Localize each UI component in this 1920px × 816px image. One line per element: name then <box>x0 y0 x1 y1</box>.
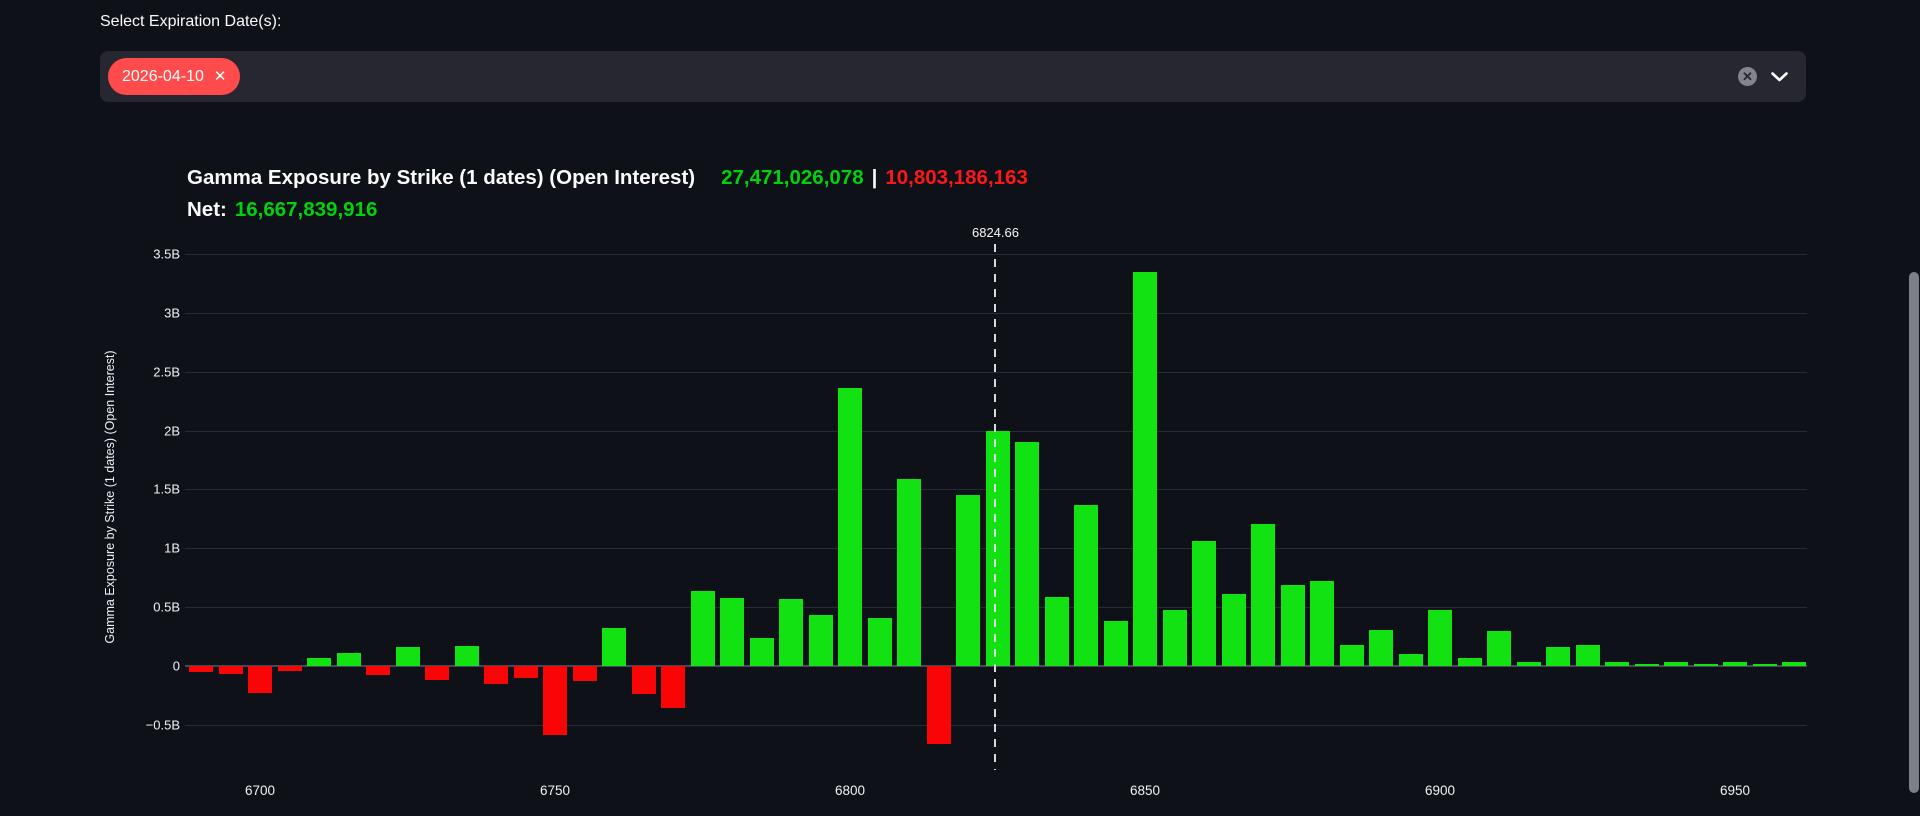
gamma-bar <box>1369 630 1393 666</box>
y-axis-tick-label: 3.5B <box>90 247 180 262</box>
gridline <box>185 254 1807 255</box>
y-axis-tick-label: −0.5B <box>90 717 180 732</box>
gamma-bar <box>1428 610 1452 666</box>
gamma-bar <box>1310 581 1334 666</box>
gamma-bar <box>1399 654 1423 666</box>
totals-separator: | <box>872 166 878 189</box>
gridline <box>185 313 1807 314</box>
gamma-bar <box>219 666 243 674</box>
chart-title: Gamma Exposure by Strike (1 dates) (Open… <box>187 166 695 189</box>
gamma-bar <box>278 666 302 671</box>
net-gamma-value: 16,667,839,916 <box>235 198 378 221</box>
gamma-bar <box>986 431 1010 666</box>
gamma-bar <box>396 647 420 666</box>
spot-price-label: 6824.66 <box>950 225 1040 240</box>
gamma-bar <box>1487 631 1511 666</box>
gamma-bar <box>1045 597 1069 666</box>
spot-price-line <box>994 244 996 770</box>
gamma-bar <box>337 653 361 666</box>
gamma-bar <box>1340 645 1364 666</box>
gamma-bar <box>307 658 331 666</box>
gridline <box>185 548 1807 549</box>
x-axis-tick-label: 6700 <box>230 783 290 798</box>
gamma-bar <box>779 599 803 666</box>
net-gamma-line: Net: 16,667,839,916 <box>187 194 1028 226</box>
gridline <box>185 489 1807 490</box>
gamma-bar <box>1015 442 1039 666</box>
expiration-filter-label: Select Expiration Date(s): <box>100 13 281 31</box>
gamma-bar <box>1251 524 1275 666</box>
gamma-bar <box>1753 664 1777 666</box>
gamma-bar <box>1133 272 1157 666</box>
positive-gamma-total: 27,471,026,078 <box>721 166 864 189</box>
gamma-bar <box>1635 664 1659 666</box>
gamma-bar <box>838 388 862 666</box>
gamma-bar <box>514 666 538 678</box>
gamma-bar <box>691 591 715 666</box>
gamma-bar <box>1458 658 1482 666</box>
gamma-bar <box>189 666 213 672</box>
gamma-bar <box>1576 645 1600 666</box>
y-axis-tick-label: 3B <box>90 305 180 320</box>
selected-date-tag: 2026-04-10 ✕ <box>108 58 240 95</box>
gamma-bar <box>1104 621 1128 666</box>
net-label: Net: <box>187 198 227 221</box>
gamma-bar <box>1222 594 1246 666</box>
gamma-bar <box>868 618 892 666</box>
gamma-bar <box>425 666 449 680</box>
x-axis-tick-label: 6950 <box>1705 783 1765 798</box>
x-axis-tick-label: 6900 <box>1410 783 1470 798</box>
gamma-bar <box>1192 541 1216 666</box>
gridline <box>185 607 1807 608</box>
gamma-bar <box>897 479 921 666</box>
gridline <box>185 372 1807 373</box>
gridline <box>185 431 1807 432</box>
remove-tag-icon[interactable]: ✕ <box>214 69 227 84</box>
gamma-bar <box>1664 662 1688 666</box>
negative-gamma-total: 10,803,186,163 <box>885 166 1028 189</box>
zero-line <box>185 665 1807 667</box>
expiration-multiselect[interactable]: 2026-04-10 ✕ ✕ <box>100 51 1806 102</box>
x-axis-tick-label: 6750 <box>525 783 585 798</box>
chart-header: Gamma Exposure by Strike (1 dates) (Open… <box>187 162 1028 226</box>
gamma-bar <box>573 666 597 681</box>
y-axis-tick-label: 0 <box>90 659 180 674</box>
gamma-bar <box>455 646 479 666</box>
gamma-bar <box>1723 662 1747 666</box>
vertical-scrollbar[interactable] <box>1909 272 1919 793</box>
gridline <box>185 725 1807 726</box>
gamma-bar <box>956 495 980 666</box>
x-axis-tick-label: 6850 <box>1115 783 1175 798</box>
gamma-bar <box>720 598 744 666</box>
gamma-bar <box>661 666 685 708</box>
y-axis-title: Gamma Exposure by Strike (1 dates) (Open… <box>103 350 117 643</box>
chevron-down-icon[interactable] <box>1771 72 1788 82</box>
gamma-bar <box>1782 662 1806 666</box>
clear-all-icon[interactable]: ✕ <box>1738 67 1757 86</box>
gamma-bar <box>1605 662 1629 666</box>
gamma-bar <box>248 666 272 693</box>
gamma-bar <box>1694 664 1718 666</box>
x-axis-tick-label: 6800 <box>820 783 880 798</box>
gamma-bar <box>750 638 774 666</box>
gamma-bar <box>543 666 567 735</box>
chart-title-line: Gamma Exposure by Strike (1 dates) (Open… <box>187 162 1028 194</box>
gamma-bar <box>1074 505 1098 666</box>
gamma-bar <box>927 666 951 744</box>
gamma-bar <box>602 628 626 666</box>
gamma-bar <box>809 615 833 666</box>
gamma-bar <box>1281 585 1305 666</box>
gamma-bar <box>484 666 508 684</box>
gamma-bar <box>1517 662 1541 666</box>
gamma-bar <box>366 666 390 675</box>
gamma-bar <box>1163 610 1187 666</box>
selected-date-tag-label: 2026-04-10 <box>122 68 204 86</box>
multiselect-controls: ✕ <box>1738 67 1788 86</box>
gamma-bar <box>632 666 656 694</box>
gamma-bar <box>1546 647 1570 666</box>
plot-area[interactable]: 3.5B3B2.5B2B1.5B1B0.5B0−0.5B670067506800… <box>0 0 1920 816</box>
